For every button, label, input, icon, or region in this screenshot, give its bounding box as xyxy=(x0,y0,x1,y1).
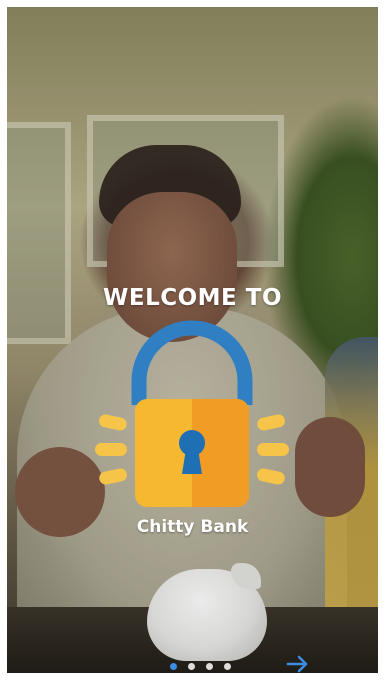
brand-name: Chitty Bank xyxy=(136,517,249,537)
page-dot[interactable] xyxy=(206,663,213,670)
onboarding-screen: WELCOME TO Chitty Bank xyxy=(7,7,378,673)
next-button[interactable] xyxy=(283,652,313,673)
page-dot[interactable] xyxy=(188,663,195,670)
page-indicator xyxy=(170,663,231,670)
arrow-right-icon xyxy=(286,655,308,673)
welcome-heading: WELCOME TO xyxy=(102,285,283,311)
page-dot[interactable] xyxy=(224,663,231,670)
page-dot-active[interactable] xyxy=(170,663,177,670)
padlock-icon xyxy=(95,320,289,507)
